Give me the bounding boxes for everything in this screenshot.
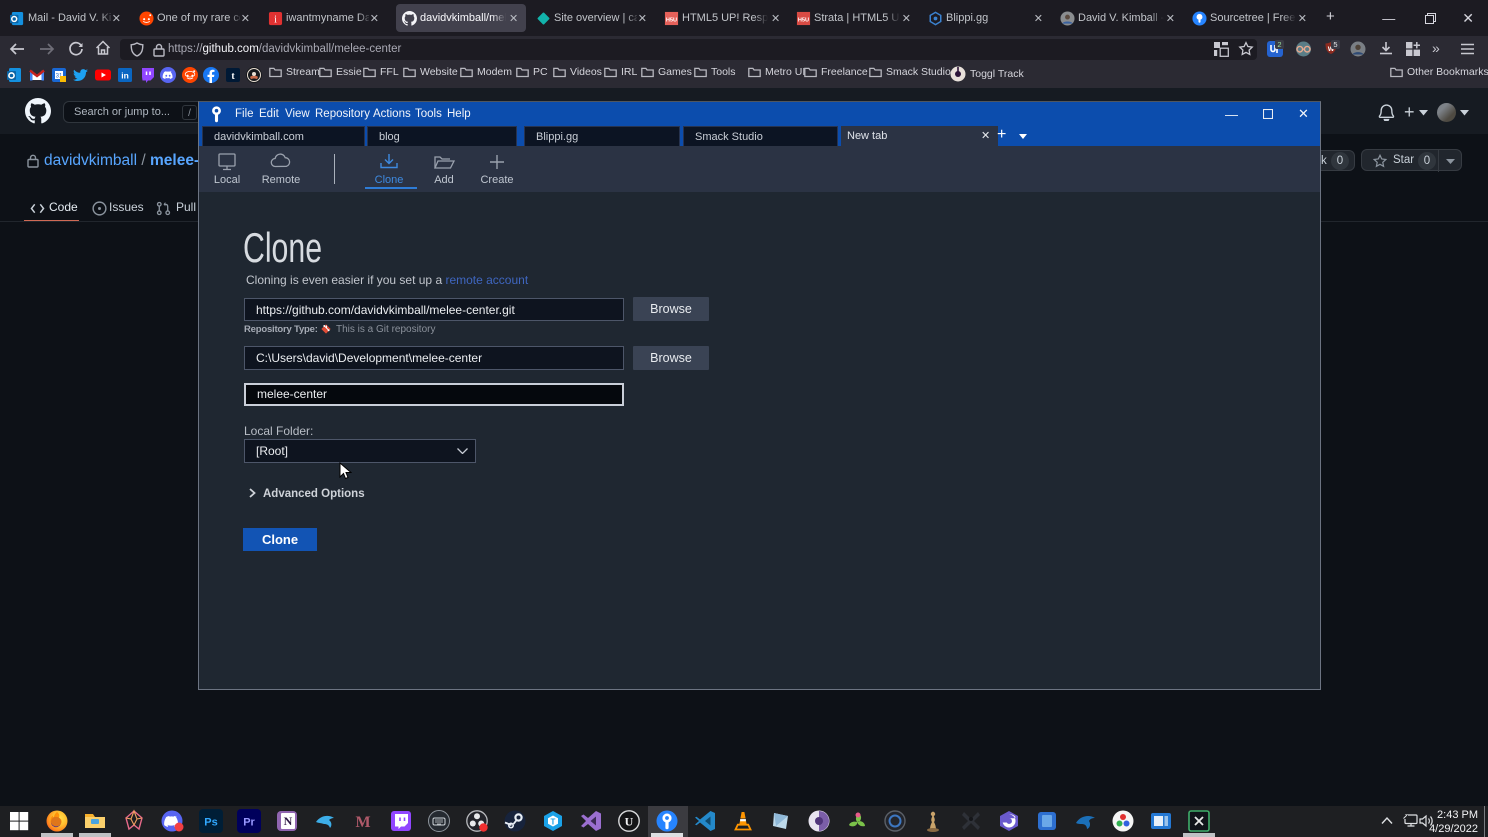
svg-text:2: 2 <box>1277 40 1281 49</box>
svg-text:T: T <box>551 818 556 827</box>
svg-text:U: U <box>625 815 634 829</box>
svg-text:N: N <box>284 814 293 828</box>
svg-text:M: M <box>355 814 370 831</box>
svg-text:i: i <box>274 14 277 25</box>
svg-text:in: in <box>121 71 129 81</box>
svg-text:Pr: Pr <box>243 817 255 829</box>
svg-text:Ps: Ps <box>204 817 217 829</box>
svg-text:5: 5 <box>1333 40 1337 49</box>
svg-text:H5U: H5U <box>798 17 809 23</box>
svg-text:H5U: H5U <box>666 17 677 23</box>
